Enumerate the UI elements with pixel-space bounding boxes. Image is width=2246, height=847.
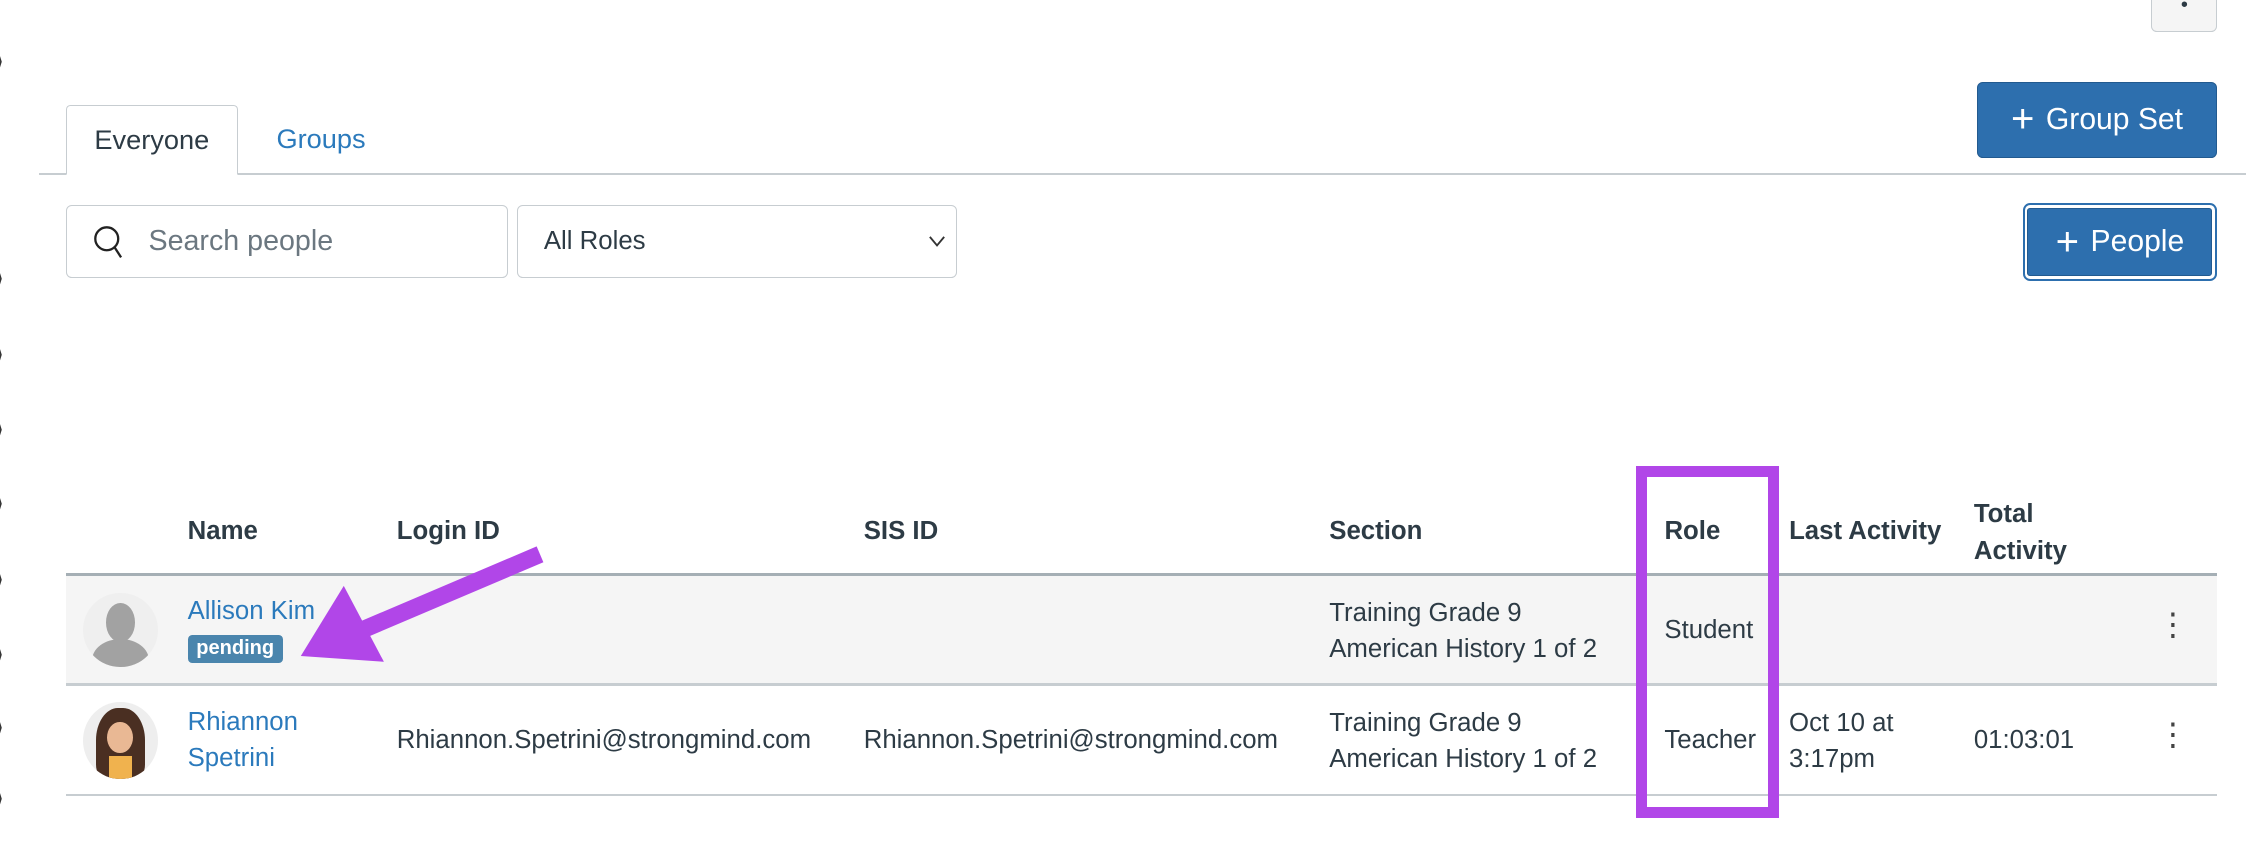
annotation-arrow-icon xyxy=(300,546,544,662)
people-page: ⟩ ⟩ ⟩ ⟩ ⟩ ⟩ ⟩ ⟩ ⟩ • Everyone Groups + Gr… xyxy=(0,0,2246,847)
